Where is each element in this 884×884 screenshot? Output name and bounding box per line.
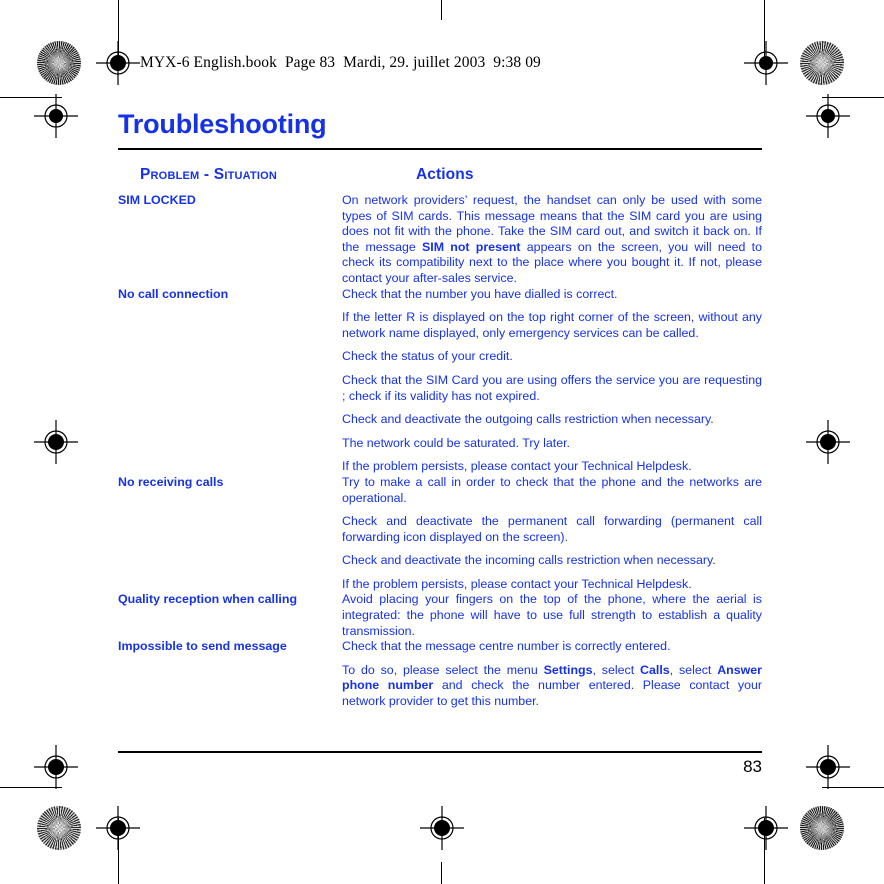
action-paragraph: Try to make a call in order to check tha… <box>342 475 762 506</box>
body-text: Avoid placing your fingers on the top of… <box>342 592 762 638</box>
body-text: Check that the message centre number is … <box>342 639 671 654</box>
table-row: SIM LOCKED On network providers’ request,… <box>118 193 762 287</box>
registration-mark-left-lower <box>34 745 78 789</box>
emphasis-text: Calls <box>640 662 670 677</box>
rosette-mark-top-right <box>800 41 844 85</box>
table-row: Quality reception when calling Avoid plac… <box>118 592 762 639</box>
footer-divider <box>118 751 762 753</box>
trim-line-center-bottom-vertical <box>441 862 442 884</box>
action-paragraph: Check the status of your credit. <box>342 349 762 365</box>
problem-cell: No receiving calls <box>118 474 224 489</box>
action-paragraph: Avoid placing your fingers on the top of… <box>342 592 762 639</box>
body-text: If the problem persists, please contact … <box>342 576 692 591</box>
registration-mark-bottom-left <box>96 806 140 850</box>
action-paragraph: To do so, please select the menu Setting… <box>342 663 762 710</box>
body-text: Check and deactivate the outgoing calls … <box>342 412 714 427</box>
problem-cell: Quality reception when calling <box>118 592 298 607</box>
emphasis-text: Settings <box>543 662 593 677</box>
body-text: Check that the number you have dialled i… <box>342 286 618 301</box>
registration-mark-left-upper <box>34 94 78 138</box>
table-row: No call connection Check that the number … <box>118 287 762 475</box>
table-header-row: Problem - Situation Actions <box>118 166 762 184</box>
column-header-actions: Actions <box>416 166 474 183</box>
registration-mark-bottom-right <box>744 806 788 850</box>
column-header-problem: Problem - Situation <box>140 166 278 183</box>
actions-cell: Check that the message centre number is … <box>342 639 762 709</box>
body-text: , select <box>592 662 641 677</box>
body-text: The network could be saturated. Try late… <box>342 435 570 450</box>
document-body: Troubleshooting Problem - Situation Acti… <box>118 108 762 710</box>
rosette-mark-bottom-right <box>800 806 844 850</box>
table-row: Impossible to send message Check that the… <box>118 639 762 709</box>
body-text: Check the status of your credit. <box>342 349 513 364</box>
registration-mark-bottom-center <box>420 806 464 850</box>
action-paragraph: Check that the message centre number is … <box>342 639 762 655</box>
body-text: Try to make a call in order to check tha… <box>342 474 762 505</box>
action-paragraph: If the problem persists, please contact … <box>342 577 762 593</box>
action-paragraph: If the letter R is displayed on the top … <box>342 310 762 341</box>
action-paragraph: Check and deactivate the permanent call … <box>342 514 762 545</box>
troubleshooting-table-body: SIM LOCKED On network providers’ request,… <box>118 193 762 710</box>
action-paragraph: On network providers’ request, the hands… <box>342 193 762 287</box>
header-slug: MYX-6 English.book Page 83 Mardi, 29. ju… <box>140 54 541 71</box>
actions-cell: On network providers’ request, the hands… <box>342 193 762 287</box>
body-text: , select <box>669 662 718 677</box>
action-paragraph: The network could be saturated. Try late… <box>342 436 762 452</box>
actions-cell: Try to make a call in order to check tha… <box>342 475 762 593</box>
problem-cell: Impossible to send message <box>118 639 287 654</box>
body-text: If the letter R is displayed on the top … <box>342 310 762 340</box>
emphasis-text: SIM not present <box>422 239 521 254</box>
body-text: If the problem persists, please contact … <box>342 459 692 474</box>
title-divider <box>118 148 762 150</box>
page-title: Troubleshooting <box>118 109 327 139</box>
actions-cell: Avoid placing your fingers on the top of… <box>342 592 762 639</box>
rosette-mark-bottom-left <box>37 806 81 850</box>
body-text: Check and deactivate the incoming calls … <box>342 553 716 568</box>
table-row: No receiving calls Try to make a call in … <box>118 475 762 593</box>
action-paragraph: Check that the SIM Card you are using of… <box>342 373 762 404</box>
trim-line-center-top-vertical <box>441 0 442 20</box>
registration-mark-right-upper <box>806 94 850 138</box>
body-text: To do so, please select the menu <box>342 662 544 677</box>
actions-cell: Check that the number you have dialled i… <box>342 287 762 475</box>
problem-cell: No call connection <box>118 286 229 301</box>
registration-mark-left-middle <box>34 420 78 464</box>
action-paragraph: If the problem persists, please contact … <box>342 459 762 475</box>
troubleshooting-table: SIM LOCKED On network providers’ request,… <box>118 193 762 710</box>
problem-cell: SIM LOCKED <box>118 193 196 207</box>
registration-mark-top-left <box>96 41 140 85</box>
body-text: Check that the SIM Card you are using of… <box>342 372 762 403</box>
printed-page: MYX-6 English.book Page 83 Mardi, 29. ju… <box>0 0 884 884</box>
registration-mark-right-middle <box>806 420 850 464</box>
registration-mark-top-right <box>744 41 788 85</box>
rosette-mark-top-left <box>37 41 81 85</box>
page-number: 83 <box>743 757 762 776</box>
body-text: Check and deactivate the permanent call … <box>342 514 762 544</box>
action-paragraph: Check and deactivate the incoming calls … <box>342 553 762 569</box>
action-paragraph: Check and deactivate the outgoing calls … <box>342 412 762 428</box>
action-paragraph: Check that the number you have dialled i… <box>342 287 762 303</box>
registration-mark-right-lower <box>806 745 850 789</box>
